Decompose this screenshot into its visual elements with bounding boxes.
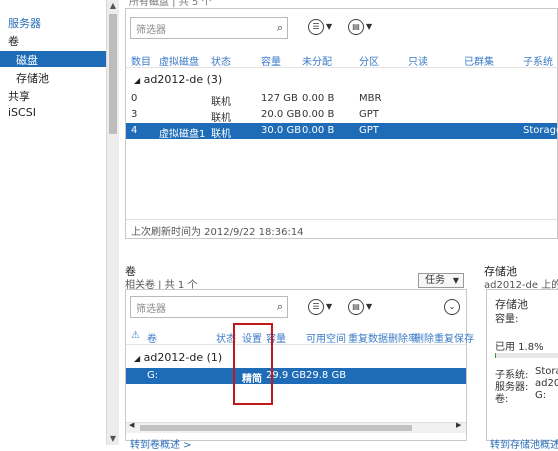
volumes-overview-link[interactable]: 转到卷概述 >	[130, 436, 192, 451]
nav-item-storage-pools[interactable]: 存储池	[16, 70, 49, 86]
chevron-down-icon: ▼	[452, 276, 459, 285]
cell: 0.00 B	[302, 125, 335, 136]
col-number[interactable]: 数目	[131, 53, 151, 68]
col-dedup-rate[interactable]: 重复数据删除率	[348, 330, 418, 345]
pool-overview-link[interactable]: 转到存储池概述 >	[490, 436, 558, 451]
divider	[126, 219, 557, 220]
cell: 0	[131, 93, 138, 104]
scroll-down-icon[interactable]: ▼	[108, 433, 118, 445]
pool-subsystem-value: Stora	[535, 366, 558, 377]
cell: 29.8 GB	[306, 370, 347, 381]
save-query-icon[interactable]: ▤	[348, 299, 364, 315]
collapse-icon[interactable]: ◢	[134, 354, 140, 363]
cell: 0.00 B	[302, 109, 335, 120]
volumes-group-row[interactable]: ◢ ad2012-de (1)	[134, 351, 222, 364]
col-unallocated[interactable]: 未分配	[302, 53, 332, 68]
pool-panel: 存储池 容量: 已用 1.8% 子系统: Stora 服务器: ad201 卷:…	[486, 289, 558, 441]
col-subsystem[interactable]: 子系统	[523, 53, 553, 68]
pool-used-label: 已用 1.8%	[495, 342, 544, 353]
table-row-selected[interactable]: 4 虚拟磁盘1 联机 30.0 GB 0.00 B GPT Storage	[126, 123, 558, 140]
save-query-icon[interactable]: ▤	[348, 19, 364, 35]
volumes-search-input[interactable]: 筛选器 ⌕	[130, 296, 288, 318]
col-clustered[interactable]: 已群集	[464, 53, 494, 68]
volumes-search-placeholder: 筛选器	[136, 304, 166, 315]
chevron-down-icon[interactable]: ▼	[326, 302, 332, 311]
scroll-up-icon[interactable]: ▲	[108, 0, 118, 12]
scroll-right-icon[interactable]: ▶	[456, 421, 461, 429]
nav-item-volumes[interactable]: 卷	[8, 33, 19, 49]
nav-item-disks[interactable]: 磁盘	[0, 51, 106, 67]
tasks-dropdown[interactable]: 任务 ▼	[418, 273, 464, 288]
scroll-thumb[interactable]	[109, 14, 117, 134]
disks-group-label: ad2012-de (3)	[143, 73, 223, 86]
col-virtual-disk[interactable]: 虚拟磁盘	[159, 53, 199, 68]
nav-item-servers[interactable]: 服务器	[8, 15, 41, 31]
disks-group-row[interactable]: ◢ ad2012-de (3)	[134, 73, 222, 86]
col-capacity[interactable]: 容量	[261, 53, 281, 68]
pool-usage-fill	[495, 353, 497, 358]
nav-item-iscsi[interactable]: iSCSI	[8, 106, 36, 119]
cell: Storage	[523, 125, 558, 136]
disks-search-placeholder: 筛选器	[136, 25, 166, 36]
chevron-down-icon[interactable]: ▼	[326, 22, 332, 31]
disks-panel: 筛选器 ⌕ ☰ ▼ ▤ ▼ 数目 虚拟磁盘 状态 容量 未分配 分区 只读 已群…	[125, 8, 558, 239]
main-scrollbar[interactable]: ▲ ▼	[106, 0, 119, 445]
cell: 3	[131, 109, 138, 120]
cell: 联机	[211, 97, 231, 108]
col-readonly[interactable]: 只读	[408, 53, 428, 68]
pool-server-value: ad201	[535, 378, 558, 389]
pool-volume-value: G:	[535, 390, 547, 401]
pool-capacity-label: 容量:	[495, 314, 519, 325]
disks-title: 所有磁盘 | 共 5 个	[129, 0, 212, 8]
table-row[interactable]: 3 联机 20.0 GB 0.00 B GPT	[126, 107, 557, 124]
volumes-group-label: ad2012-de (1)	[143, 351, 223, 364]
tasks-label: 任务	[425, 275, 445, 286]
pool-volume-label: 卷:	[495, 394, 509, 405]
last-refresh-text: 上次刷新时间为 2012/9/22 18:36:14	[131, 227, 304, 238]
cell: GPT	[359, 109, 379, 120]
pool-usage-bar	[495, 353, 558, 358]
volumes-table-header: ⚠ 卷 状态 设置 容量 可用空间 重复数据删除率 删除重复保存	[126, 330, 474, 345]
cell: G:	[147, 370, 159, 381]
collapse-icon[interactable]: ◢	[134, 76, 140, 85]
cell: GPT	[359, 125, 379, 136]
nav-item-disks-label: 磁盘	[16, 54, 38, 67]
col-free-space[interactable]: 可用空间	[306, 330, 346, 345]
scroll-left-icon[interactable]: ◀	[129, 421, 134, 429]
table-row[interactable]: 0 联机 127 GB 0.00 B MBR	[126, 91, 557, 108]
cell: 联机	[211, 113, 231, 124]
list-view-icon[interactable]: ☰	[308, 299, 324, 315]
volumes-panel: 筛选器 ⌕ ☰ ▼ ▤ ▼ ⌄ ⚠ 卷 状态 设置 容量 可用空间 重复数据删除…	[125, 289, 474, 441]
highlight-box	[233, 323, 273, 405]
cell: MBR	[359, 93, 382, 104]
cell: 30.0 GB	[261, 125, 302, 136]
nav-item-shares[interactable]: 共享	[8, 88, 30, 104]
left-nav: 服务器 卷 磁盘 存储池 共享 iSCSI	[0, 0, 106, 445]
search-icon[interactable]: ⌕	[277, 21, 283, 35]
cell: 127 GB	[261, 93, 298, 104]
cell: 20.0 GB	[261, 109, 302, 120]
table-row-selected[interactable]: G: 精简 29.9 GB 29.8 GB	[126, 368, 466, 385]
scroll-thumb[interactable]	[140, 425, 412, 431]
chevron-down-icon[interactable]: ▼	[366, 22, 372, 31]
cell: 4	[131, 125, 138, 136]
horizontal-scrollbar[interactable]: ◀ ▶	[126, 421, 466, 433]
disks-search-input[interactable]: 筛选器 ⌕	[130, 17, 288, 39]
disks-table-header: 数目 虚拟磁盘 状态 容量 未分配 分区 只读 已群集 子系统	[126, 53, 557, 68]
col-dedup-savings[interactable]: 删除重复保存	[414, 330, 474, 345]
expand-icon[interactable]: ⌄	[444, 299, 460, 315]
list-view-icon[interactable]: ☰	[308, 19, 324, 35]
col-status[interactable]: 状态	[211, 53, 231, 68]
search-icon[interactable]: ⌕	[277, 300, 283, 314]
cell: 0.00 B	[302, 93, 335, 104]
col-volume[interactable]: 卷	[147, 330, 157, 345]
chevron-down-icon[interactable]: ▼	[366, 302, 372, 311]
warning-icon: ⚠	[131, 330, 140, 341]
cell: 虚拟磁盘1	[159, 129, 206, 140]
col-partition[interactable]: 分区	[359, 53, 379, 68]
cell: 联机	[211, 129, 231, 140]
